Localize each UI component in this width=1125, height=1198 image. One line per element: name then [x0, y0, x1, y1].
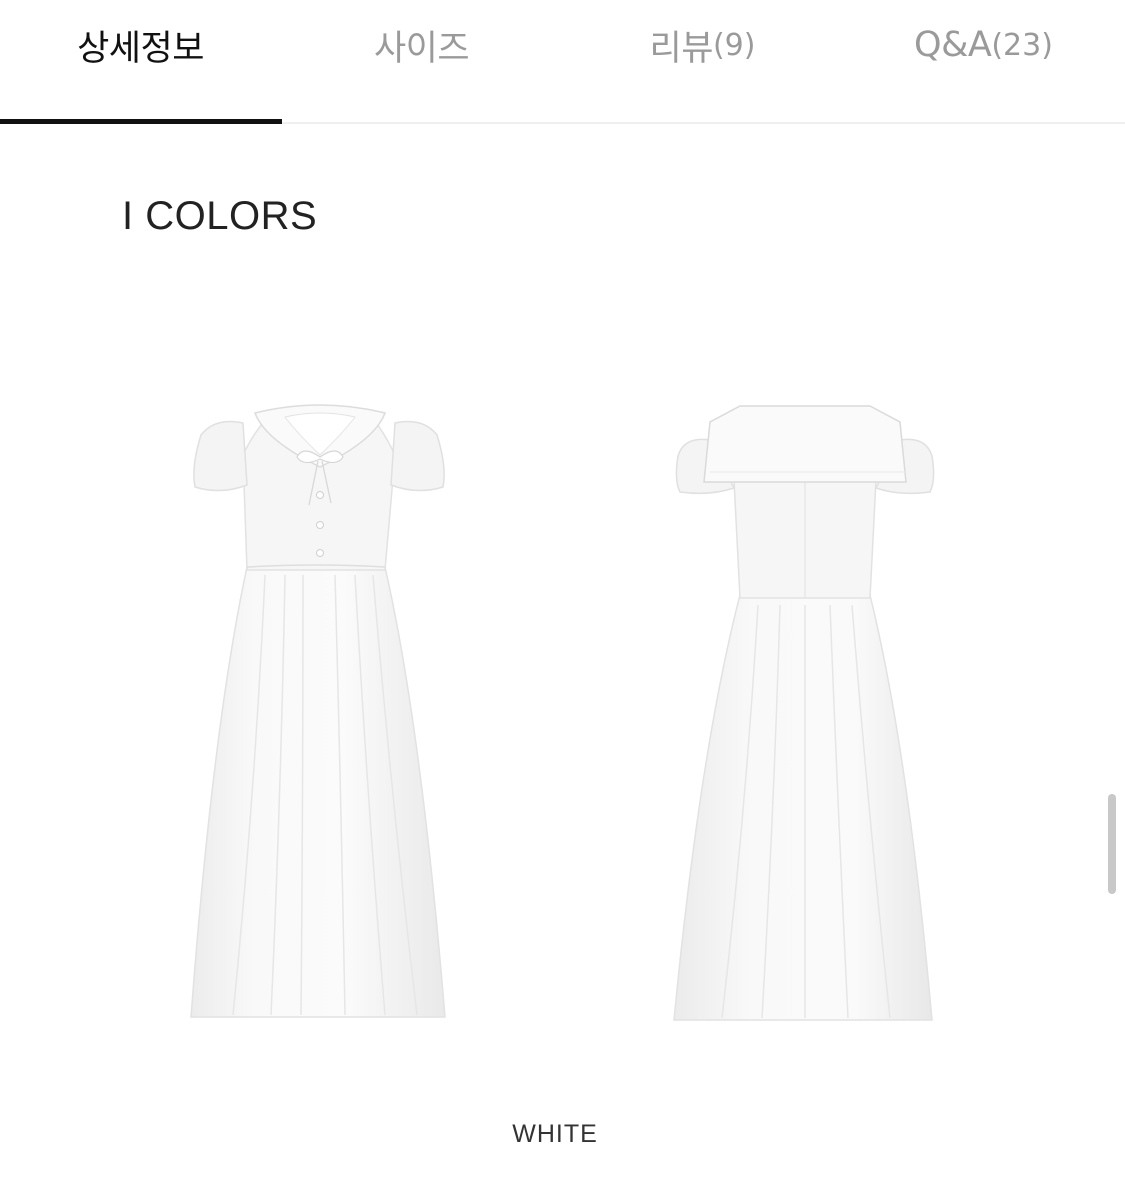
detail-tab-bar: 상세정보 사이즈 리뷰 (9) Q&A (23)	[0, 0, 1125, 124]
dress-front-image	[190, 404, 446, 1018]
tab-reviews-label: 리뷰	[649, 28, 714, 69]
color-caption: WHITE	[512, 1120, 598, 1148]
active-tab-indicator	[0, 119, 282, 124]
tab-details-label: 상세정보	[77, 28, 204, 69]
tab-size-label: 사이즈	[373, 28, 470, 69]
tab-details[interactable]: 상세정보	[0, 0, 281, 122]
tab-qna-label: Q&A	[914, 25, 992, 65]
tab-reviews-count: (9)	[712, 27, 756, 63]
page-scrollbar[interactable]	[1108, 794, 1116, 894]
tab-qna[interactable]: Q&A (23)	[843, 0, 1124, 122]
colors-section-title: I COLORS	[122, 194, 318, 238]
dress-back-image	[673, 405, 935, 1021]
tab-reviews[interactable]: 리뷰 (9)	[562, 0, 843, 122]
tab-qna-count: (23)	[991, 27, 1053, 63]
tab-size[interactable]: 사이즈	[281, 0, 562, 122]
